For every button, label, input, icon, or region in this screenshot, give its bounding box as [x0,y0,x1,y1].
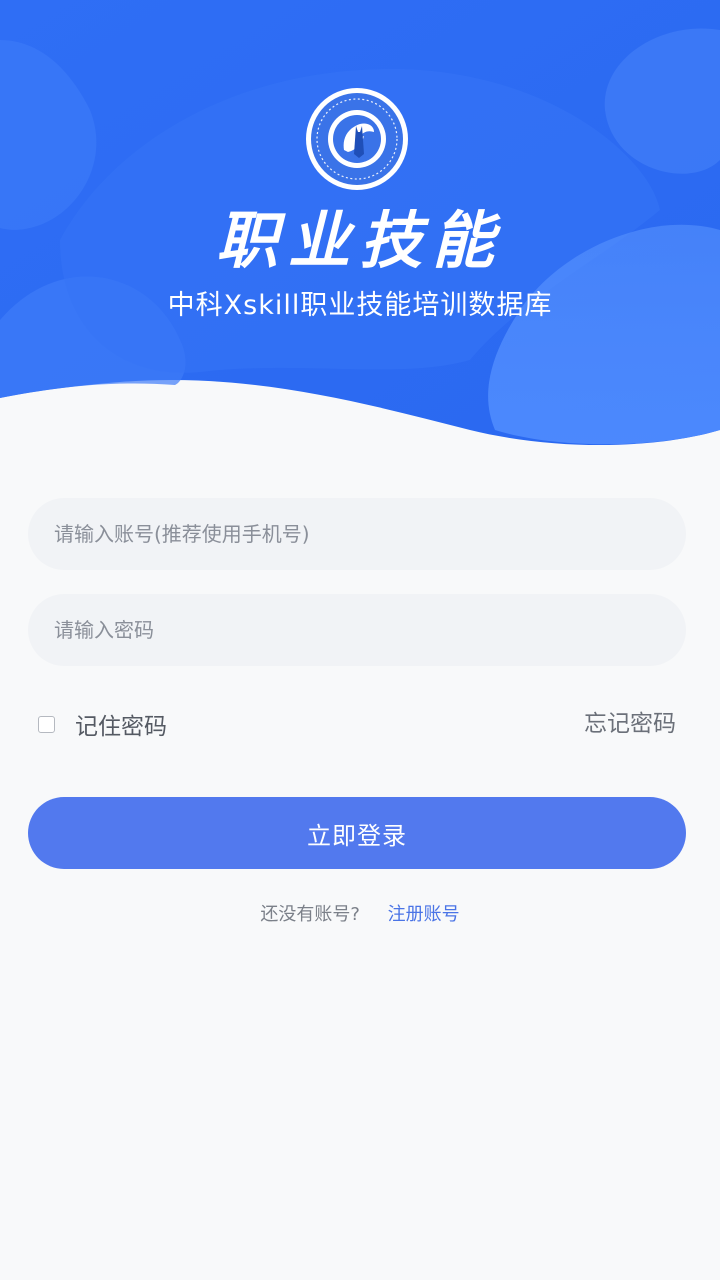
remember-checkbox[interactable] [38,715,55,733]
brand-subtitle: 中科Xskill职业技能培训数据库 [167,290,553,321]
brand-title: 职业技能 [215,204,504,277]
password-input[interactable] [28,594,686,666]
account-field[interactable] [28,498,686,570]
forgot-password-link[interactable]: 忘记密码 [584,704,676,744]
register-link[interactable]: 注册账号 [388,904,460,925]
password-field[interactable] [28,594,686,666]
account-input[interactable] [28,498,686,570]
login-button[interactable]: 立即登录 [28,797,686,869]
remember-password-label: 记住密码 [75,714,167,740]
register-row: 还没有账号? 注册账号 [0,900,720,930]
xskill-emblem-logo [304,86,410,192]
header-banner: 职业技能 中科Xskill职业技能培训数据库 [0,0,720,460]
register-prompt: 还没有账号? [260,904,360,925]
remember-password-toggle[interactable]: 记住密码 [38,704,167,744]
